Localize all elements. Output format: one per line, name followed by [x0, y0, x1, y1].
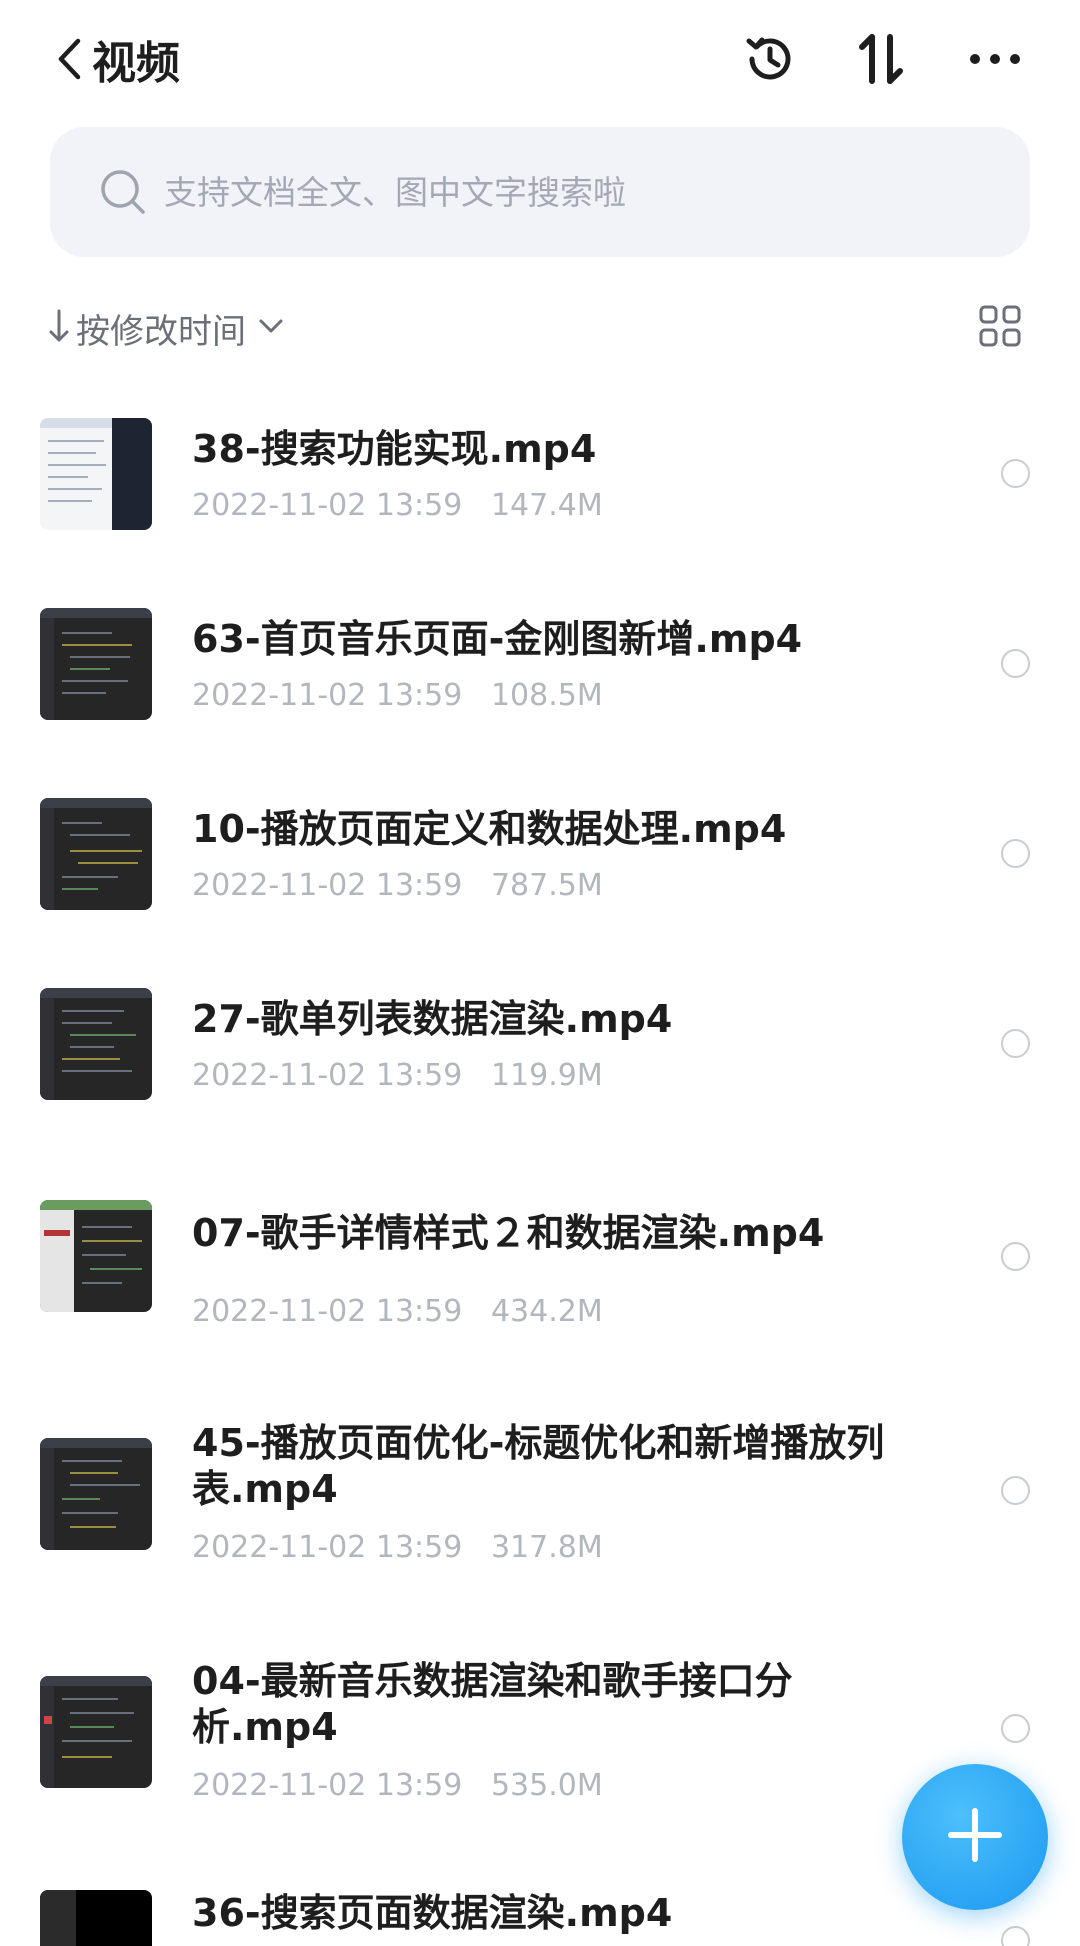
file-meta: 2022-11-02 13:59 317.8M [192, 1530, 603, 1565]
list-item[interactable]: 07-歌手详情样式２和数据渲染.mp4 2022-11-02 13:59 434… [0, 1200, 1080, 1329]
file-size: 119.9M [490, 1058, 603, 1093]
file-name: 45-播放页面优化-标题优化和新增播放列表.mp4 [192, 1421, 885, 1511]
file-size: 535.0M [490, 1768, 603, 1803]
list-item[interactable]: 27-歌单列表数据渲染.mp4 2022-11-02 13:59 119.9M [0, 988, 1080, 1100]
file-meta: 2022-11-02 13:59 108.5M [192, 678, 603, 713]
file-date: 2022-11-02 13:59 [192, 1530, 463, 1565]
video-thumbnail [40, 798, 152, 910]
video-thumbnail [40, 1200, 152, 1312]
grid-view-button[interactable] [974, 302, 1026, 354]
sort-selector[interactable]: 按修改时间 [48, 300, 284, 356]
file-name: 36-搜索页面数据渲染.mp4 [192, 1891, 673, 1935]
file-date: 2022-11-02 13:59 [192, 678, 463, 713]
file-name: 10-播放页面定义和数据处理.mp4 [192, 807, 787, 851]
file-name: 63-首页音乐页面-金刚图新增.mp4 [192, 617, 803, 661]
search-input[interactable] [162, 171, 966, 213]
file-meta: 2022-11-02 13:59 119.9M [192, 1058, 603, 1093]
select-checkbox[interactable] [1001, 649, 1030, 678]
history-icon [740, 29, 800, 93]
add-button[interactable] [902, 1764, 1048, 1910]
select-checkbox[interactable] [1001, 1029, 1030, 1058]
file-name: 38-搜索功能实现.mp4 [192, 427, 597, 471]
search-icon [98, 167, 148, 217]
select-checkbox[interactable] [1001, 1476, 1030, 1505]
video-thumbnail [40, 988, 152, 1100]
select-checkbox[interactable] [1001, 1242, 1030, 1271]
plus-icon [945, 1805, 1005, 1869]
file-size: 108.5M [490, 678, 603, 713]
select-checkbox[interactable] [1001, 459, 1030, 488]
list-item[interactable]: 45-播放页面优化-标题优化和新增播放列表.mp4 2022-11-02 13:… [0, 1421, 1080, 1596]
file-name: 04-最新音乐数据渲染和歌手接口分析.mp4 [192, 1659, 793, 1749]
file-date: 2022-11-02 13:59 [192, 868, 463, 903]
file-date: 2022-11-02 13:59 [192, 488, 463, 523]
search-bar[interactable] [50, 127, 1030, 257]
list-item[interactable]: 38-搜索功能实现.mp4 2022-11-02 13:59 147.4M [0, 418, 1080, 530]
arrow-down-icon [48, 308, 70, 348]
video-thumbnail [40, 608, 152, 720]
sort-toggle-button[interactable] [849, 28, 915, 94]
file-meta: 2022-11-02 13:59 434.2M [192, 1294, 603, 1329]
chevron-down-icon [258, 318, 284, 338]
video-thumbnail [40, 1890, 152, 1946]
file-name: 27-歌单列表数据渲染.mp4 [192, 997, 673, 1041]
history-button[interactable] [737, 28, 803, 94]
select-checkbox[interactable] [1001, 1926, 1030, 1946]
file-date: 2022-11-02 13:59 [192, 1294, 463, 1329]
file-size: 434.2M [490, 1294, 603, 1329]
file-date: 2022-11-02 13:59 [192, 1768, 463, 1803]
sort-label: 按修改时间 [76, 311, 246, 352]
select-checkbox[interactable] [1001, 1714, 1030, 1743]
video-thumbnail [40, 1438, 152, 1550]
sort-toggle-icon [854, 29, 910, 93]
list-item[interactable]: 10-播放页面定义和数据处理.mp4 2022-11-02 13:59 787.… [0, 798, 1080, 910]
more-button[interactable] [962, 28, 1028, 94]
file-meta: 2022-11-02 13:59 787.5M [192, 868, 603, 903]
video-thumbnail [40, 1676, 152, 1788]
top-bar: 视频 [0, 0, 1080, 120]
video-thumbnail [40, 418, 152, 530]
more-icon [967, 49, 1023, 73]
file-meta: 2022-11-02 13:59 147.4M [192, 488, 603, 523]
file-size: 787.5M [490, 868, 603, 903]
list-item[interactable]: 36-搜索页面数据渲染.mp4 [0, 1890, 1080, 1946]
chevron-left-icon [56, 37, 82, 81]
list-item[interactable]: 63-首页音乐页面-金刚图新增.mp4 2022-11-02 13:59 108… [0, 608, 1080, 720]
file-meta: 2022-11-02 13:59 535.0M [192, 1768, 603, 1803]
back-button[interactable]: 视频 [56, 26, 180, 92]
file-date: 2022-11-02 13:59 [192, 1058, 463, 1093]
file-name: 07-歌手详情样式２和数据渲染.mp4 [192, 1211, 825, 1255]
page-title: 视频 [92, 38, 180, 89]
file-size: 147.4M [490, 488, 603, 523]
grid-icon [977, 303, 1023, 353]
file-size: 317.8M [490, 1530, 603, 1565]
select-checkbox[interactable] [1001, 839, 1030, 868]
